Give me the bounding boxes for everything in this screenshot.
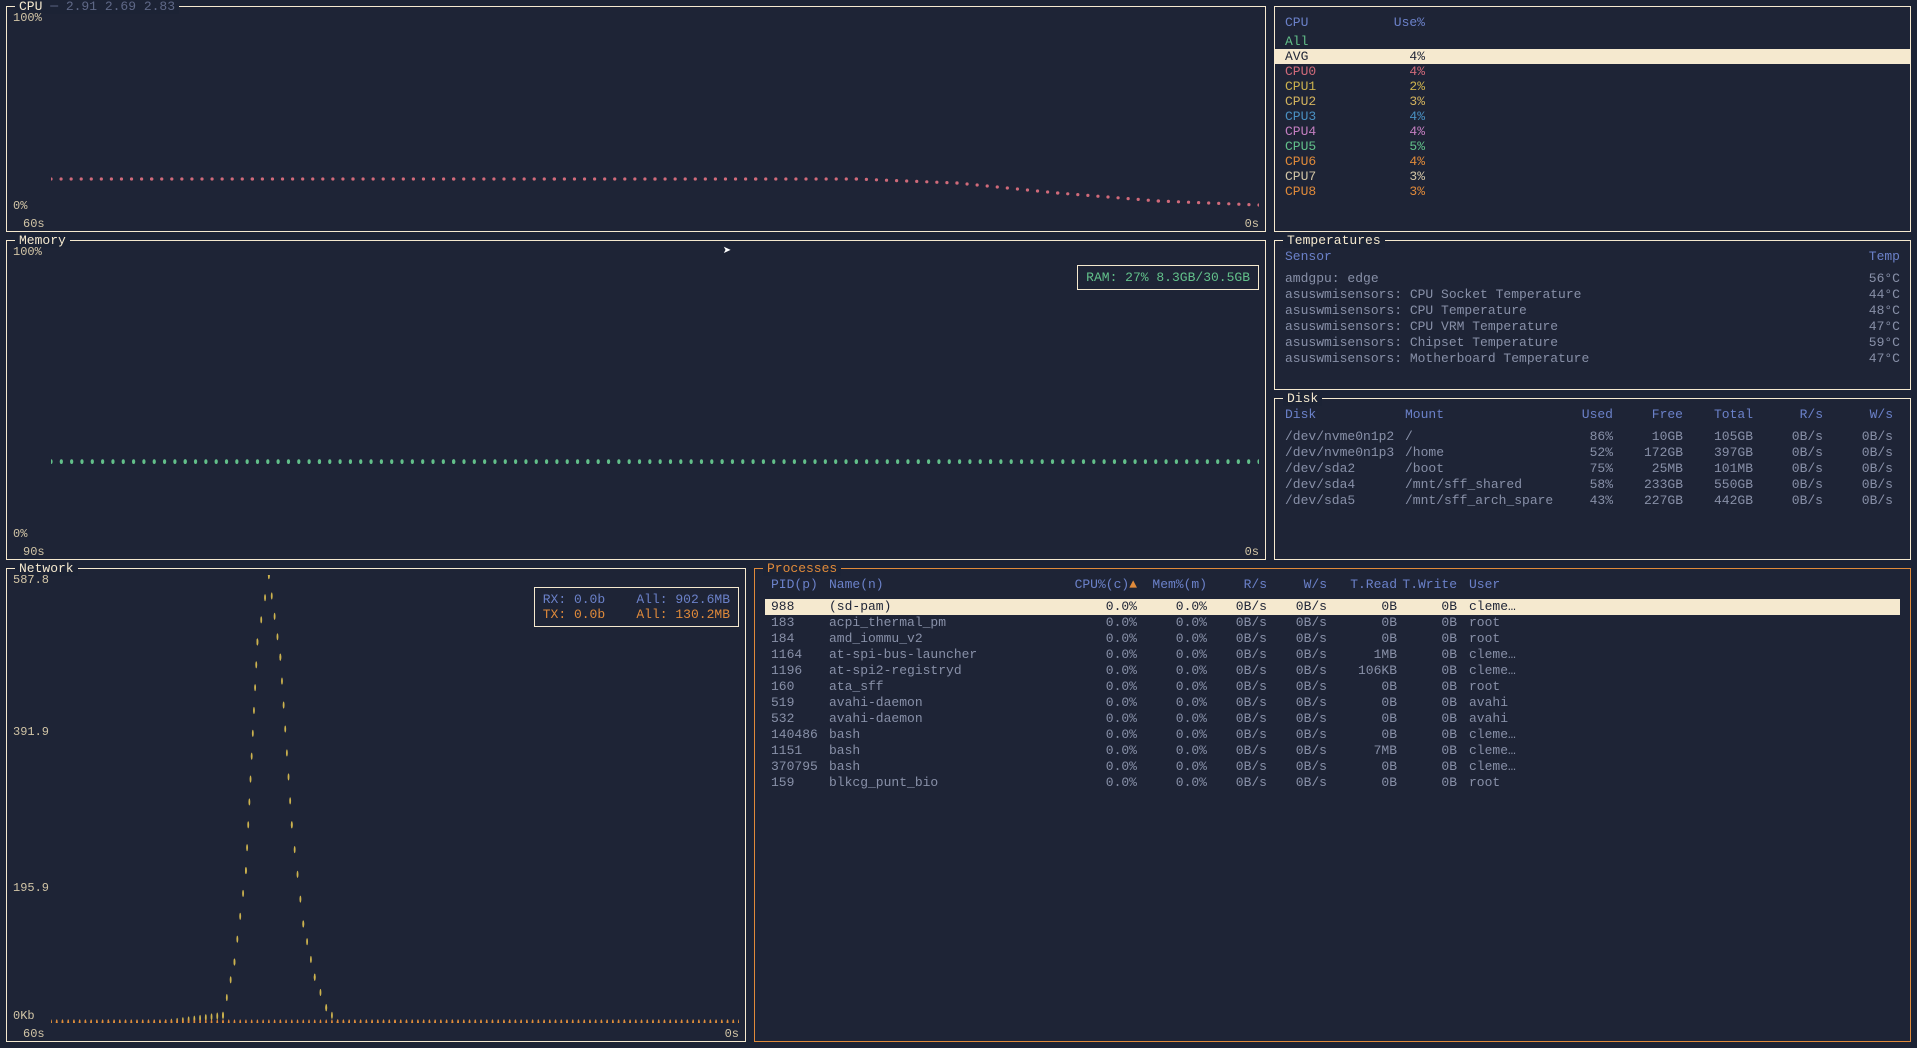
temps-title: Temperatures <box>1283 233 1385 248</box>
process-row[interactable]: 988(sd-pam)0.0%0.0%0B/s0B/s0B0Bcleme… <box>765 599 1900 615</box>
temperatures-panel[interactable]: Temperatures Sensor Temp amdgpu: edge56°… <box>1274 240 1911 390</box>
temps-body: Sensor Temp amdgpu: edge56°Casuswmisenso… <box>1275 241 1910 389</box>
disk-row[interactable]: /dev/sda5/mnt/sff_arch_spare43%227GB442G… <box>1285 493 1900 509</box>
process-row[interactable]: 1164at-spi-bus-launcher0.0%0.0%0B/s0B/s1… <box>765 647 1900 663</box>
col-pid[interactable]: PID(p) <box>771 577 829 593</box>
process-header[interactable]: PID(p) Name(n) CPU%(c)▲ Mem%(m) R/s W/s … <box>765 577 1900 593</box>
process-row[interactable]: 519avahi-daemon0.0%0.0%0B/s0B/s0B0Bavahi <box>765 695 1900 711</box>
temp-row[interactable]: asuswmisensors: CPU Socket Temperature44… <box>1285 287 1900 303</box>
process-row[interactable]: 532avahi-daemon0.0%0.0%0B/s0B/s0B0Bavahi <box>765 711 1900 727</box>
cpu-row[interactable]: CPU83% <box>1275 184 1910 199</box>
col-tr[interactable]: T.Read <box>1327 577 1397 593</box>
cpu-row[interactable]: CPU73% <box>1275 169 1910 184</box>
col-ws[interactable]: W/s <box>1267 577 1327 593</box>
process-row[interactable]: 184amd_iommu_v20.0%0.0%0B/s0B/s0B0Broot <box>765 631 1900 647</box>
net-xright: 0s <box>725 1027 739 1041</box>
cpu-ymin: 0% <box>13 199 27 213</box>
cpu-list-panel[interactable]: CPU Use% AllAVG4%CPU04%CPU12%CPU23%CPU34… <box>1274 6 1911 232</box>
cpu-row[interactable]: CPU34% <box>1275 109 1910 124</box>
disk-title: Disk <box>1283 391 1322 406</box>
process-row[interactable]: 1151bash0.0%0.0%0B/s0B/s7MB0Bcleme… <box>765 743 1900 759</box>
network-chart: 587.8 391.9 195.9 0Kb 60s 0s <box>7 569 745 1041</box>
process-row[interactable]: 160ata_sff0.0%0.0%0B/s0B/s0B0Broot <box>765 679 1900 695</box>
temp-row[interactable]: asuswmisensors: Chipset Temperature59°C <box>1285 335 1900 351</box>
cpu-chart: 100% 0% 60s 0s <box>7 7 1265 231</box>
col-user[interactable]: User <box>1457 577 1894 593</box>
net-ymin: 0Kb <box>13 1009 35 1023</box>
cpu-list-body: AllAVG4%CPU04%CPU12%CPU23%CPU34%CPU44%CP… <box>1275 34 1910 199</box>
cpu-row[interactable]: All <box>1275 34 1910 49</box>
process-row[interactable]: 1196at-spi2-registryd0.0%0.0%0B/s0B/s106… <box>765 663 1900 679</box>
process-row[interactable]: 370795bash0.0%0.0%0B/s0B/s0B0Bcleme… <box>765 759 1900 775</box>
disk-body: Disk Mount Used Free Total R/s W/s /dev/… <box>1275 399 1910 559</box>
disk-panel[interactable]: Disk Disk Mount Used Free Total R/s W/s … <box>1274 398 1911 560</box>
cpu-row[interactable]: CPU04% <box>1275 64 1910 79</box>
memory-panel[interactable]: Memory RAM: 27% 8.3GB/30.5GB 100% 0% 90s… <box>6 240 1266 560</box>
col-mem[interactable]: Mem%(m) <box>1137 577 1207 593</box>
memory-chart: 100% 0% 90s 0s <box>7 241 1265 559</box>
mem-ymin: 0% <box>13 527 27 541</box>
mem-sparkline-svg <box>51 247 1259 541</box>
net-sparkline-svg <box>51 575 739 1023</box>
col-name[interactable]: Name(n) <box>829 577 1059 593</box>
temps-header-temp: Temp <box>1869 249 1900 265</box>
cpu-xleft: 60s <box>23 217 45 231</box>
cpu-xright: 0s <box>1245 217 1259 231</box>
col-tw[interactable]: T.Write <box>1397 577 1457 593</box>
process-row[interactable]: 183acpi_thermal_pm0.0%0.0%0B/s0B/s0B0Bro… <box>765 615 1900 631</box>
mem-ymax: 100% <box>13 245 42 259</box>
temp-row[interactable]: asuswmisensors: CPU Temperature48°C <box>1285 303 1900 319</box>
cpu-chart-panel[interactable]: CPU ─ 2.91 2.69 2.83 100% 0% 60s 0s <box>6 6 1266 232</box>
dashboard-grid: CPU ─ 2.91 2.69 2.83 100% 0% 60s 0s CPU … <box>6 6 1911 1042</box>
disk-row[interactable]: /dev/nvme0n1p2/86%10GB105GB0B/s0B/s <box>1285 429 1900 445</box>
cpu-row[interactable]: CPU12% <box>1275 79 1910 94</box>
disk-row[interactable]: /dev/nvme0n1p3/home52%172GB397GB0B/s0B/s <box>1285 445 1900 461</box>
net-yq1: 195.9 <box>13 881 49 895</box>
sort-indicator-icon: ▲ <box>1129 577 1137 592</box>
cpu-row[interactable]: CPU44% <box>1275 124 1910 139</box>
cpu-ymax: 100% <box>13 11 42 25</box>
cpu-row[interactable]: AVG4% <box>1275 49 1910 64</box>
disk-row[interactable]: /dev/sda4/mnt/sff_shared58%233GB550GB0B/… <box>1285 477 1900 493</box>
col-cpu[interactable]: CPU%(c)▲ <box>1059 577 1137 593</box>
temp-row[interactable]: asuswmisensors: Motherboard Temperature4… <box>1285 351 1900 367</box>
cpu-sparkline-svg <box>51 13 1259 213</box>
right-col-mem: Temperatures Sensor Temp amdgpu: edge56°… <box>1274 240 1911 560</box>
temp-row[interactable]: asuswmisensors: CPU VRM Temperature47°C <box>1285 319 1900 335</box>
net-xleft: 60s <box>23 1027 45 1041</box>
bottom-row: Network RX: 0.0b All: 902.6MB TX: 0.0b A… <box>6 568 1911 1042</box>
temps-header-sensor: Sensor <box>1285 249 1332 265</box>
cpu-row[interactable]: CPU23% <box>1275 94 1910 109</box>
temp-row[interactable]: amdgpu: edge56°C <box>1285 271 1900 287</box>
cpu-list-header: CPU Use% <box>1275 15 1910 30</box>
mem-xleft: 90s <box>23 545 45 559</box>
cpu-row[interactable]: CPU64% <box>1275 154 1910 169</box>
net-ymax: 587.8 <box>13 573 49 587</box>
processes-title: Processes <box>763 561 841 576</box>
mem-xright: 0s <box>1245 545 1259 559</box>
disk-row[interactable]: /dev/sda2/boot75%25MB101MB0B/s0B/s <box>1285 461 1900 477</box>
process-row[interactable]: 159blkcg_punt_bio0.0%0.0%0B/s0B/s0B0Broo… <box>765 775 1900 791</box>
net-yq3: 391.9 <box>13 725 49 739</box>
col-rs[interactable]: R/s <box>1207 577 1267 593</box>
cpu-row[interactable]: CPU55% <box>1275 139 1910 154</box>
processes-panel[interactable]: Processes PID(p) Name(n) CPU%(c)▲ Mem%(m… <box>754 568 1911 1042</box>
network-panel[interactable]: Network RX: 0.0b All: 902.6MB TX: 0.0b A… <box>6 568 746 1042</box>
process-row[interactable]: 140486bash0.0%0.0%0B/s0B/s0B0Bcleme… <box>765 727 1900 743</box>
processes-body: PID(p) Name(n) CPU%(c)▲ Mem%(m) R/s W/s … <box>755 569 1910 1041</box>
